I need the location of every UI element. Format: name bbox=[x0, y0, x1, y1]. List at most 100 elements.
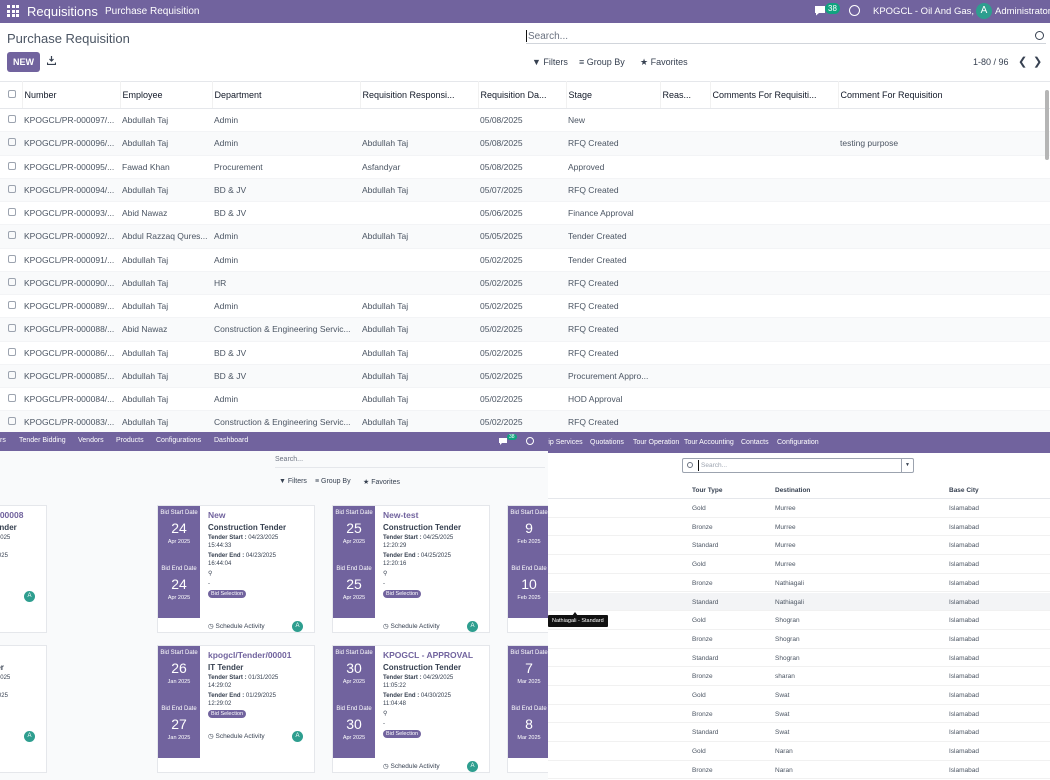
tour-nav-item[interactable]: Quotations bbox=[590, 439, 624, 446]
tender-clock-icon[interactable] bbox=[526, 437, 534, 445]
column-header[interactable]: Reas... bbox=[660, 81, 711, 109]
table-row[interactable]: KPOGCL/PR-000090/... Abdullah Taj HR 05/02/… bbox=[0, 271, 1050, 296]
tender-title[interactable]: KPOGCL - APPROVAL bbox=[383, 650, 487, 660]
favorites-button[interactable]: ★ Favorites bbox=[640, 57, 688, 68]
row-checkbox[interactable] bbox=[0, 294, 22, 319]
tender-card[interactable]: Bid Start Date 7 Mar 2025 Bid End Date 8 Mar … bbox=[507, 645, 548, 773]
table-row[interactable]: KPOGCL/PR-000086/... Abdullah Taj BD & JV A… bbox=[0, 341, 1050, 365]
column-header[interactable]: Employee bbox=[120, 81, 213, 109]
tender-favorites-button[interactable]: ★ Favorites bbox=[363, 478, 400, 486]
column-header[interactable]: Stage bbox=[566, 81, 661, 109]
table-row[interactable]: KPOGCL/PR-000085/... Abdullah Taj BD & JV A… bbox=[0, 364, 1050, 389]
tour-row[interactable]: Standard Murree Islamabad bbox=[548, 536, 1050, 556]
column-header[interactable]: Number bbox=[22, 81, 121, 109]
tour-nav-item[interactable]: Tour Operation bbox=[633, 439, 679, 446]
app-brand[interactable]: Requisitions bbox=[27, 4, 98, 19]
table-row[interactable]: KPOGCL/PR-000083/... Abdullah Taj Construc… bbox=[0, 410, 1050, 432]
tour-col-base-city[interactable]: Base City bbox=[949, 487, 979, 494]
assignee-avatar[interactable]: A bbox=[24, 731, 35, 742]
row-checkbox[interactable] bbox=[0, 248, 22, 272]
select-all-checkbox[interactable] bbox=[0, 81, 23, 109]
tender-title[interactable]: New-test bbox=[383, 510, 487, 520]
tour-row[interactable]: Bronze Naran Islamabad bbox=[548, 761, 1050, 780]
column-header[interactable]: Requisition Responsi... bbox=[360, 81, 479, 109]
column-header[interactable]: Department bbox=[212, 81, 361, 109]
tour-row[interactable]: Standard Swat Islamabad bbox=[548, 723, 1050, 743]
tender-nav-item[interactable]: Vendors bbox=[78, 437, 104, 444]
tender-filters-button[interactable]: ▼ Filters bbox=[279, 478, 307, 485]
tour-row[interactable]: Gold Shogran Islamabad bbox=[548, 611, 1050, 630]
row-checkbox[interactable] bbox=[0, 410, 22, 432]
row-checkbox[interactable] bbox=[0, 108, 22, 133]
tour-row[interactable]: Gold Murree Islamabad bbox=[548, 555, 1050, 574]
assignee-avatar[interactable]: A bbox=[467, 761, 478, 772]
tour-nav-item[interactable]: Configuration bbox=[777, 439, 819, 446]
table-row[interactable]: KPOGCL/PR-000089/... Abdullah Taj Admin Abd… bbox=[0, 294, 1050, 319]
pager-value[interactable]: 1-80 / 96 bbox=[973, 57, 1009, 67]
menu-purchase-requisition[interactable]: Purchase Requisition bbox=[105, 6, 200, 17]
tender-card[interactable]: Bid Start Date 30 Apr 2025 Bid End Date 30 Ap… bbox=[332, 645, 490, 773]
tender-nav-item[interactable]: Configurations bbox=[156, 437, 201, 444]
apps-menu-icon[interactable] bbox=[7, 5, 19, 17]
tour-row[interactable]: Bronze Nathiagali Islamabad bbox=[548, 574, 1050, 593]
tender-card[interactable]: Bid Start Date 9 Feb 2025 Bid End Date 10 Feb… bbox=[507, 505, 548, 633]
schedule-activity-button[interactable]: ◷ Schedule Activity bbox=[383, 762, 440, 770]
table-row[interactable]: KPOGCL/PR-000093/... Abid Nawaz BD & JV 05/… bbox=[0, 201, 1050, 226]
row-checkbox[interactable] bbox=[0, 364, 22, 389]
tender-nav-item[interactable]: rs bbox=[0, 437, 6, 444]
tender-nav-item[interactable]: Products bbox=[116, 437, 144, 444]
tender-title[interactable]: New-op bbox=[0, 650, 44, 660]
row-checkbox[interactable] bbox=[0, 341, 22, 365]
scrollbar-thumb[interactable] bbox=[1045, 90, 1049, 160]
tour-search-dropdown-icon[interactable]: ▼ bbox=[901, 459, 913, 472]
assignee-avatar[interactable]: A bbox=[292, 731, 303, 742]
table-row[interactable]: KPOGCL/PR-000084/... Abdullah Taj Admin Abd… bbox=[0, 387, 1050, 412]
tour-row[interactable]: Gold Murree Islamabad bbox=[548, 499, 1050, 518]
row-checkbox[interactable] bbox=[0, 201, 22, 226]
tour-search-input[interactable]: Search... ▼ bbox=[682, 458, 914, 473]
search-input[interactable]: Search... bbox=[526, 30, 1046, 44]
table-row[interactable]: KPOGCL/PR-000094/... Abdullah Taj BD & JV A… bbox=[0, 178, 1050, 203]
tender-nav-item[interactable]: Dashboard bbox=[214, 437, 248, 444]
user-menu[interactable]: Administrator bbox=[995, 6, 1050, 17]
tender-title[interactable]: kpogcl/Tender/00008 bbox=[0, 510, 44, 520]
tour-row[interactable]: Gold Swat Islamabad bbox=[548, 686, 1050, 705]
schedule-activity-button[interactable]: ◷ Schedule Activity bbox=[208, 622, 265, 630]
column-header[interactable]: Comment For Requisition bbox=[838, 81, 1050, 109]
tender-card[interactable]: Bid Start Date 25 Apr 2025 Bid End Date 25 Ap… bbox=[332, 505, 490, 633]
tender-card[interactable]: Bid Start Date 26 Jan 2025 Bid End Date 27 Ja… bbox=[157, 645, 315, 773]
tender-group-by-button[interactable]: ≡ Group By bbox=[315, 478, 351, 485]
tour-col-type[interactable]: Tour Type bbox=[692, 487, 722, 494]
tour-nav-item[interactable]: Tour Accounting bbox=[684, 439, 734, 446]
tender-nav-item[interactable]: Tender Bidding bbox=[19, 437, 66, 444]
column-header[interactable]: Requisition Da... bbox=[478, 81, 567, 109]
tour-row[interactable]: Bronze Swat Islamabad bbox=[548, 705, 1050, 724]
tour-row[interactable]: Bronze Shogran Islamabad bbox=[548, 630, 1050, 649]
tour-row[interactable]: Standard Nathiagali Islamabad bbox=[548, 592, 1050, 612]
row-checkbox[interactable] bbox=[0, 131, 22, 156]
tour-col-destination[interactable]: Destination bbox=[775, 487, 810, 494]
tender-title[interactable]: kpogcl/Tender/00001 bbox=[208, 650, 312, 660]
tender-card[interactable]: Bid Start Date312025Bid End Date312025kp… bbox=[0, 505, 47, 633]
filters-button[interactable]: ▼ Filters bbox=[532, 57, 568, 67]
tender-card[interactable]: Bid Start Date 24 Apr 2025 Bid End Date 24 Ap… bbox=[157, 505, 315, 633]
tour-nav-item[interactable]: Contacts bbox=[741, 439, 769, 446]
schedule-activity-button[interactable]: ◷ Schedule Activity bbox=[208, 732, 265, 740]
assignee-avatar[interactable]: A bbox=[292, 621, 303, 632]
tour-nav-item[interactable]: Trip Services bbox=[548, 439, 583, 446]
group-by-button[interactable]: ≡ Group By bbox=[579, 57, 625, 67]
assignee-avatar[interactable]: A bbox=[24, 591, 35, 602]
tour-row[interactable]: Standard Shogran Islamabad bbox=[548, 649, 1050, 668]
download-icon[interactable] bbox=[47, 56, 56, 65]
tender-card[interactable]: Bid Start Date72025Bid End Date72025New-… bbox=[0, 645, 47, 773]
table-row[interactable]: KPOGCL/PR-000092/... Abdul Razzaq Qures..… bbox=[0, 224, 1050, 249]
user-avatar[interactable]: A bbox=[976, 3, 992, 19]
table-row[interactable]: KPOGCL/PR-000088/... Abid Nawaz Constructi… bbox=[0, 317, 1050, 342]
column-header[interactable]: Comments For Requisiti... bbox=[710, 81, 839, 109]
row-checkbox[interactable] bbox=[0, 178, 22, 203]
table-row[interactable]: KPOGCL/PR-000091/... Abdullah Taj Admin 05/… bbox=[0, 248, 1050, 272]
search-icon[interactable] bbox=[1035, 31, 1044, 40]
pager-next-icon[interactable]: ❯ bbox=[1033, 55, 1042, 68]
tour-row[interactable]: Bronze Murree Islamabad bbox=[548, 518, 1050, 537]
table-row[interactable]: KPOGCL/PR-000096/... Abdullah Taj Admin Abd… bbox=[0, 131, 1050, 156]
